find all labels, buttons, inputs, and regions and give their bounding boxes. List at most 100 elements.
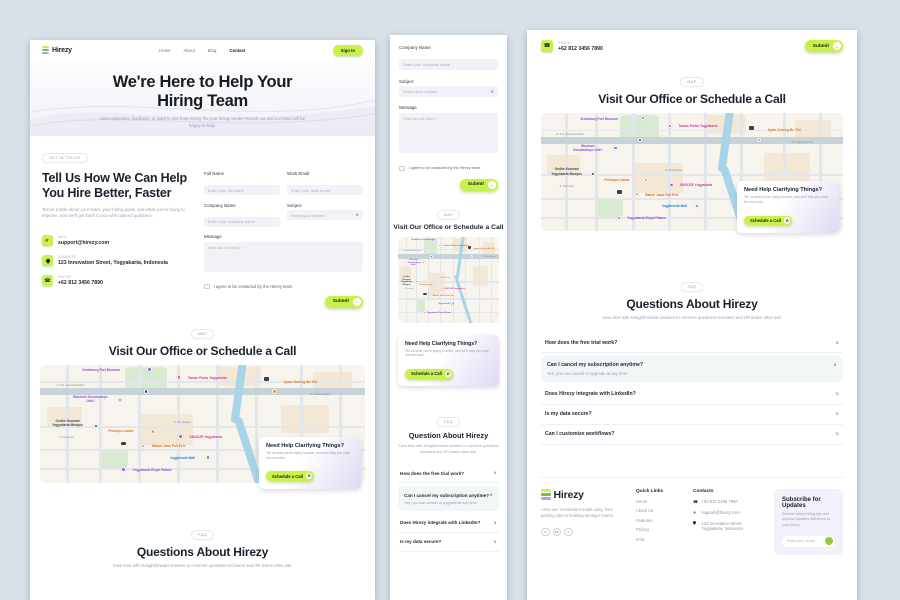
faq-item[interactable]: Is my data secure? (398, 533, 499, 552)
footer-link-about[interactable]: About Us (636, 508, 684, 513)
contact-info-mail: Mail support@hirezy.com (42, 235, 190, 246)
logo-link[interactable]: Hirezy (541, 489, 627, 501)
company-input[interactable] (399, 59, 498, 70)
faq-item[interactable]: Does Hirezy integrate with LinkedIn? (398, 514, 499, 533)
map-marker (613, 146, 617, 150)
submit-button[interactable]: Submit (325, 296, 363, 308)
hero-section: We're Here to Help YourHiring Team Have … (30, 60, 375, 136)
map-marker (669, 183, 673, 187)
footer-brand: Hirezy All-in-one recruitment made easy,… (541, 489, 627, 555)
submit-button[interactable]: Submit (460, 179, 498, 191)
map-marker (470, 255, 473, 258)
subscribe-submit-button[interactable] (825, 537, 833, 545)
faq-item[interactable]: Does Hirezy integrate with LinkedIn? (541, 385, 843, 405)
subscribe-email-row (782, 536, 835, 547)
site-header: Hirezy Home About Blog Contact Sign In (30, 40, 375, 60)
footer-link-home[interactable]: Home (636, 499, 684, 504)
agree-checkbox[interactable] (204, 284, 210, 290)
map-poi-label: Vredeburg Fort Museum (82, 368, 120, 372)
faq-heading: Questions About Hirezy (30, 545, 375, 559)
nav-item-contact[interactable]: Contact (229, 48, 245, 53)
schedule-call-button[interactable]: Schedule a Call (405, 369, 453, 379)
hero-title: We're Here to Help YourHiring Team (30, 73, 375, 111)
nav-item-home[interactable]: Home (159, 48, 170, 53)
nav-item-blog[interactable]: Blog (208, 48, 217, 53)
x-icon[interactable]: X (564, 528, 573, 537)
map-building-icon (468, 246, 471, 249)
map-poi-label: SNOOZE Yogyakarta (444, 288, 464, 290)
faq-item[interactable]: Is my data secure? (541, 405, 843, 425)
map-marker (440, 244, 443, 247)
brand-logo-icon (42, 46, 49, 55)
map-marker (430, 255, 433, 258)
map-poi-label: Yogyakarta Royal Palace (427, 312, 451, 314)
chevron-down-icon (494, 539, 497, 545)
work-email-input[interactable] (287, 185, 363, 195)
faq-item[interactable]: How does the free trial work? (541, 333, 843, 353)
map-marker (178, 434, 182, 438)
map-poi-label: Jogjatronik Mall (662, 204, 687, 208)
map-street-label: Jl. Ibu Ruswo (665, 168, 682, 172)
footer-link-pricing[interactable]: Pricing (636, 527, 684, 532)
office-map[interactable]: Vredeburg Fort Museum Taman Pintar Yogya… (398, 237, 499, 323)
map-poi-label: SNOOZE Yogyakarta (680, 183, 712, 187)
faq-item[interactable]: Can I customize workflows? (541, 425, 843, 445)
faq-heading: Question About Hirezy (398, 431, 499, 440)
arrow-icon (353, 298, 361, 306)
map-street-label: Jl. Sultan Agung (482, 256, 496, 258)
schedule-call-button[interactable]: Schedule a Call (744, 216, 792, 226)
faq-subtitle: Save time with straightforward answers t… (577, 315, 807, 321)
faq-badge: FAQ (191, 530, 214, 540)
map-poi-label: Museum Sonobudoyo Unit I (408, 259, 419, 267)
desktop-contact-page: Hirezy Home About Blog Contact Sign In W… (30, 40, 375, 600)
map-building-icon (264, 377, 269, 381)
map-block (632, 163, 683, 194)
sign-in-button[interactable]: Sign In (333, 45, 363, 56)
message-textarea[interactable] (399, 113, 498, 153)
arrow-icon (833, 42, 841, 50)
faq-item-expanded[interactable]: Can I cancel my subscription anytime? Ye… (398, 486, 499, 511)
schedule-call-button[interactable]: Schedule a Call (266, 471, 314, 481)
subject-select[interactable]: Select your subject (287, 210, 363, 220)
subject-select[interactable]: Select your subject (399, 86, 498, 97)
subject-field-group: Subject Select your subject (287, 203, 363, 229)
linkedin-icon[interactable]: In (541, 528, 550, 537)
faq-heading: Questions About Hirezy (541, 297, 843, 311)
submit-button[interactable]: Submit (805, 40, 843, 52)
faq-badge: FAQ (437, 417, 460, 427)
subscribe-text: Get the latest hiring tips and product u… (782, 512, 835, 529)
chevron-down-icon (836, 431, 839, 437)
logo-link[interactable]: Hirezy (42, 46, 72, 55)
map-marker (147, 367, 151, 371)
map-poi-label: Yogyakarta Royal Palace (133, 468, 172, 472)
footer-contact-email: support@hirezy.com (693, 510, 765, 516)
map-block (313, 372, 352, 389)
agree-label: I agree to be contacted by the Hirezy te… (214, 284, 294, 289)
footer-link-features[interactable]: Features (636, 518, 684, 523)
map-poi-label: Pendopo Lawas (108, 429, 133, 433)
send-icon (42, 235, 53, 246)
footer-link-faq[interactable]: FAQ (636, 537, 684, 542)
company-input[interactable] (204, 217, 280, 227)
footer-contact-phone: +62 812 3456 7890 (693, 499, 765, 505)
full-name-input[interactable] (204, 185, 280, 195)
nav-item-about[interactable]: About (184, 48, 195, 53)
footer-blurb: All-in-one recruitment made easy, from p… (541, 507, 627, 520)
call-icon (445, 371, 452, 378)
faq-item-expanded[interactable]: Can I cancel my subscription anytime? Ye… (541, 356, 843, 382)
footer-contacts: Contacts +62 812 3456 7890 support@hirez… (693, 489, 765, 555)
agree-checkbox[interactable] (399, 166, 405, 172)
map-building-icon (423, 293, 426, 296)
mobile-contact-page: Company Name Subject Select your subject… (390, 35, 507, 600)
map-poi-label: Bakmi Jawa Pak Pele (152, 444, 185, 448)
subscribe-email-input[interactable] (787, 539, 820, 543)
faq-item[interactable]: How does the free trial work? (398, 464, 499, 483)
map-badge: Map (191, 329, 214, 339)
form-bottom-row: Phone +62 812 3456 7890 Submit (527, 30, 857, 52)
send-icon (693, 510, 698, 516)
map-marker (272, 389, 276, 393)
facebook-icon[interactable]: FB (553, 528, 562, 537)
map-heading: Visit Our Office or Schedule a Call (527, 92, 857, 106)
message-textarea[interactable] (204, 242, 363, 272)
map-poi-label: Taman Pintar Yogyakarta (444, 245, 469, 247)
